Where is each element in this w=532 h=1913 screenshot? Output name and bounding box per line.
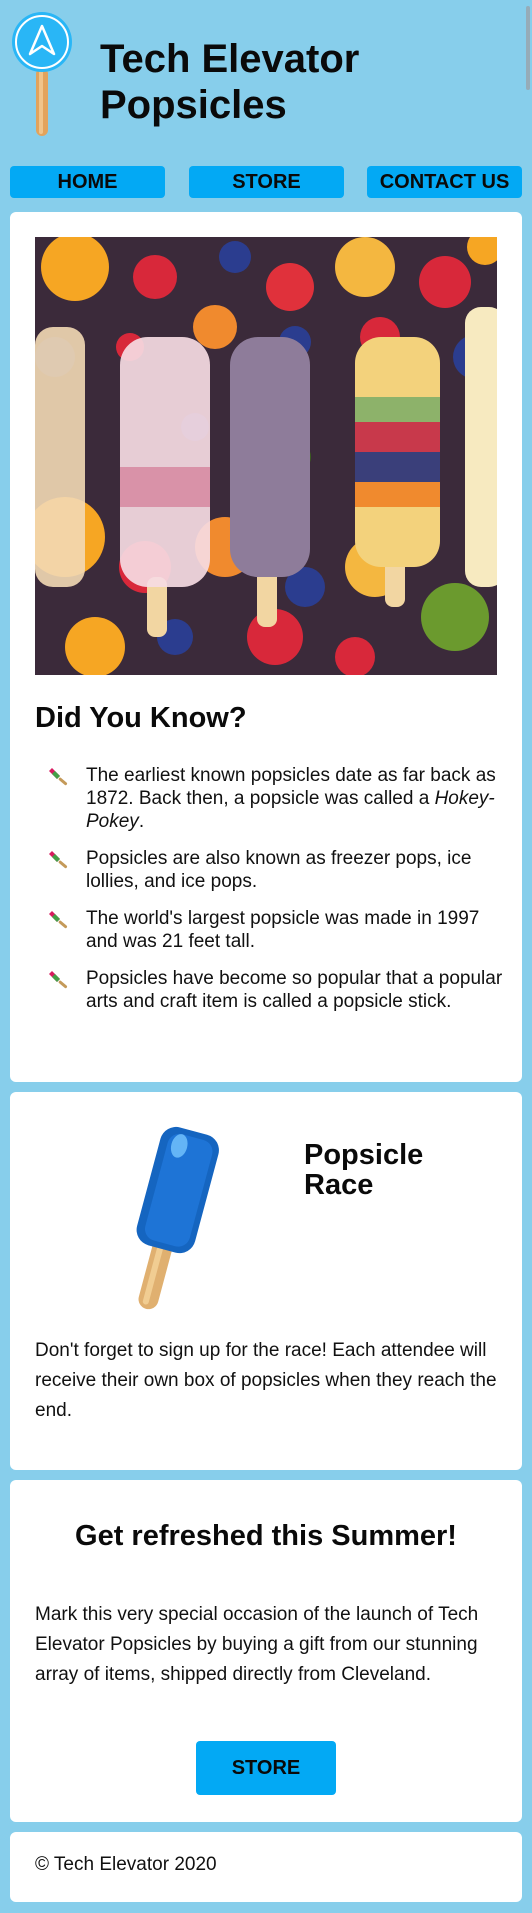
blue-popsicle-icon xyxy=(136,1126,219,1310)
did-you-know-card: Did You Know? The earliest known popsicl… xyxy=(10,212,522,1082)
popsicle-bullet-icon xyxy=(49,768,68,786)
summer-card: Get refreshed this Summer! Mark this ver… xyxy=(10,1480,522,1822)
logo-icon[interactable] xyxy=(10,10,74,138)
nav-store-button[interactable]: STORE xyxy=(189,166,344,198)
nav-contact-button[interactable]: CONTACT US xyxy=(367,166,522,198)
list-item: The world's largest popsicle was made in… xyxy=(48,907,508,953)
did-you-know-title: Did You Know? xyxy=(35,702,247,734)
list-item: The earliest known popsicles date as far… xyxy=(48,764,508,833)
site-title: Tech Elevator Popsicles xyxy=(100,37,360,127)
facts-list: The earliest known popsicles date as far… xyxy=(48,764,508,1027)
popsicle-race-title: Popsicle Race xyxy=(304,1139,424,1201)
store-button[interactable]: STORE xyxy=(196,1741,336,1795)
list-item: Popsicles have become so popular that a … xyxy=(48,967,508,1013)
popsicles-photo xyxy=(35,237,497,675)
popsicle-race-text: Don't forget to sign up for the race! Ea… xyxy=(35,1340,497,1421)
main-nav: HOME STORE CONTACT US xyxy=(10,166,522,198)
nav-home-button[interactable]: HOME xyxy=(10,166,165,198)
summer-title: Get refreshed this Summer! xyxy=(75,1520,457,1552)
popsicle-race-card: Popsicle Race Don't forget to sign up fo… xyxy=(10,1092,522,1470)
popsicle-bullet-icon xyxy=(49,851,68,869)
site-footer: © Tech Elevator 2020 xyxy=(10,1832,522,1902)
summer-text: Mark this very special occasion of the l… xyxy=(35,1604,479,1685)
list-item: Popsicles are also known as freezer pops… xyxy=(48,847,508,893)
copyright-text: © Tech Elevator 2020 xyxy=(35,1854,217,1875)
site-header: Tech Elevator Popsicles xyxy=(0,0,532,150)
popsicle-bullet-icon xyxy=(49,971,68,989)
popsicle-bullet-icon xyxy=(49,911,68,929)
